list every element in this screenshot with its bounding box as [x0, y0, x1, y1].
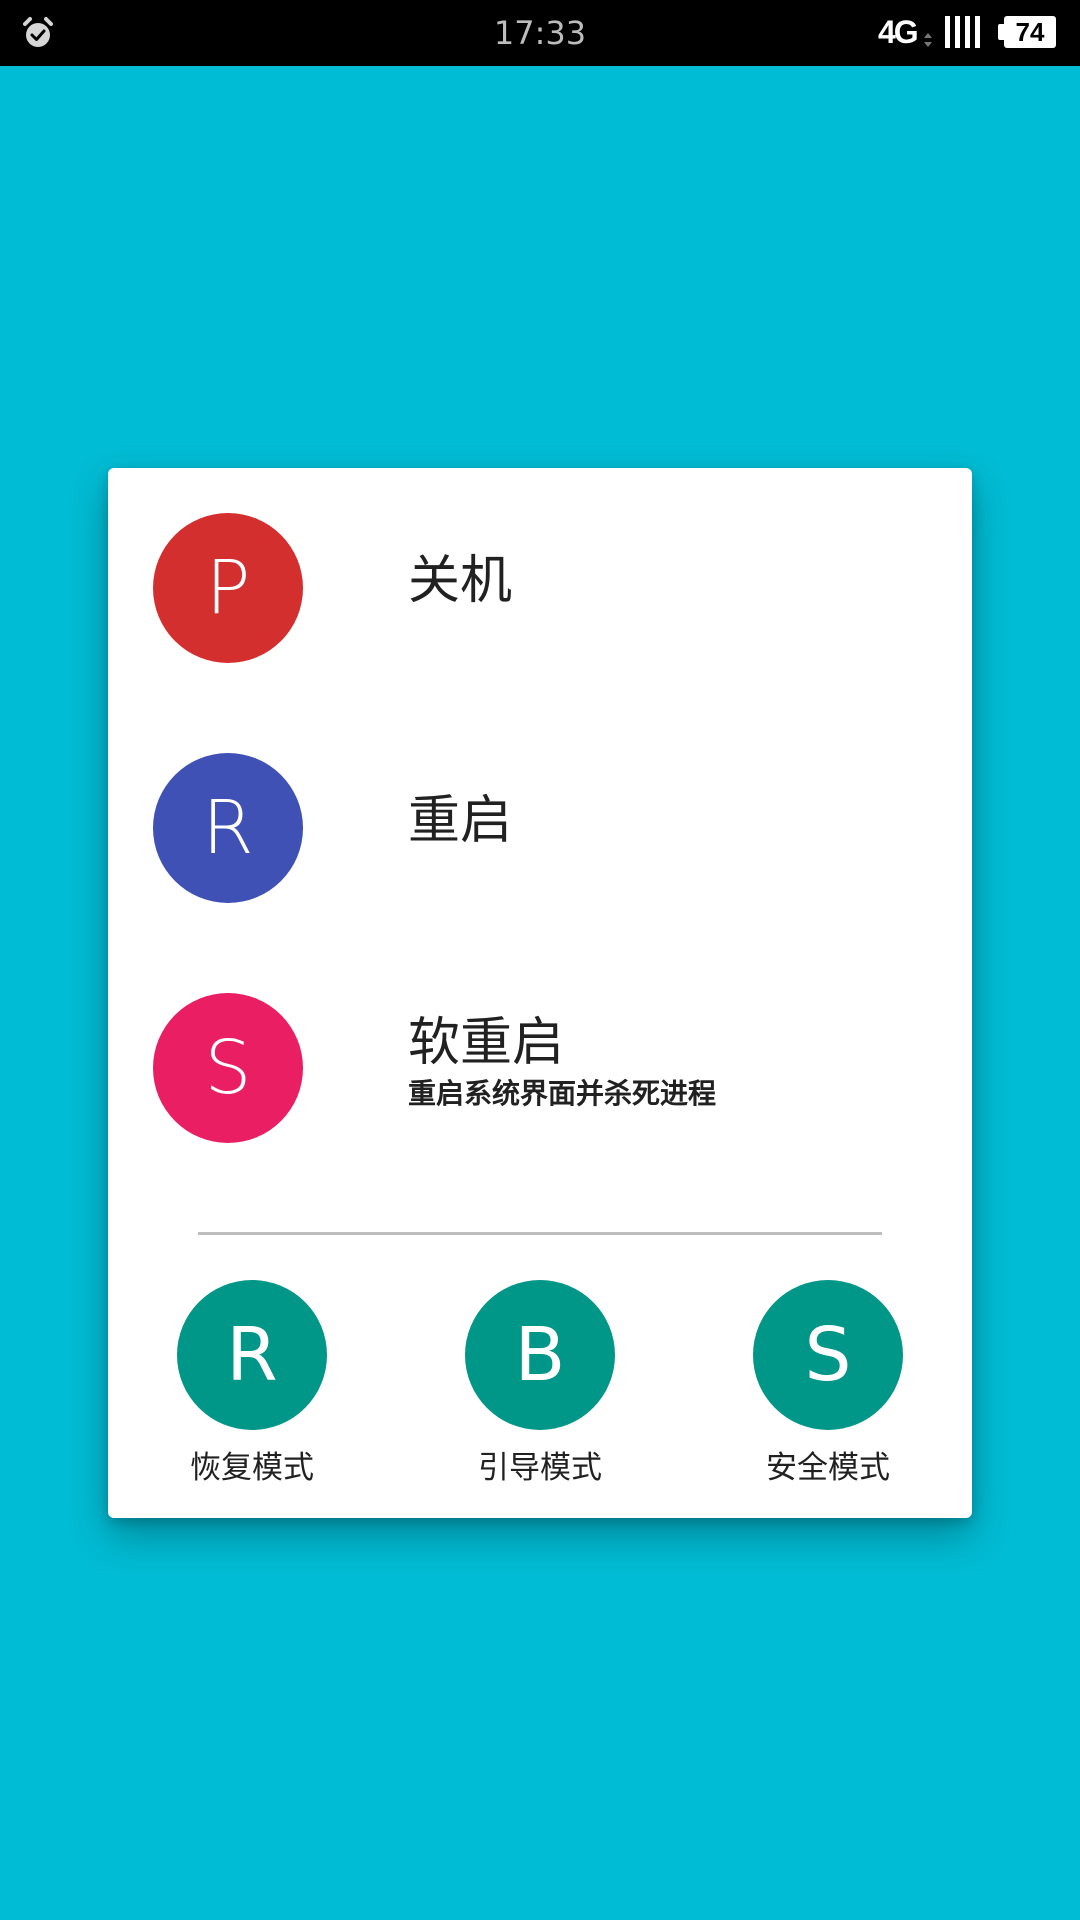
recovery-mode-button[interactable]: R 恢复模式 [152, 1280, 352, 1490]
recovery-mode-label: 恢复模式 [190, 1450, 314, 1486]
soft-reboot-option[interactable]: S 软重启 重启系统界面并杀死进程 [108, 948, 972, 1188]
soft-reboot-label: 软重启 [408, 1013, 565, 1073]
reboot-option[interactable]: R 重启 [108, 708, 972, 948]
network-type: 4G [878, 14, 919, 50]
soft-reboot-avatar: S [153, 993, 303, 1143]
safe-mode-avatar: S [753, 1280, 903, 1430]
reboot-avatar: R [153, 753, 303, 903]
recovery-mode-avatar: R [177, 1280, 327, 1430]
bootloader-mode-button[interactable]: B 引导模式 [440, 1280, 640, 1490]
battery-icon: 74 [998, 16, 1056, 48]
status-time: 17:33 [493, 14, 587, 52]
reboot-label: 重启 [408, 791, 513, 851]
status-bar: 17:33 4G 74 [0, 0, 1080, 66]
divider [198, 1232, 882, 1235]
power-menu-dialog: P 关机 R 重启 S 软重启 重启系统界面并杀死进程 R 恢复模式 B 引导模… [108, 468, 972, 1518]
power-off-avatar: P [153, 513, 303, 663]
network-arrows-icon [924, 33, 932, 47]
power-off-option[interactable]: P 关机 [108, 468, 972, 708]
safe-mode-label: 安全模式 [766, 1450, 890, 1486]
signal-icon [945, 16, 980, 48]
soft-reboot-description: 重启系统界面并杀死进程 [408, 1077, 717, 1110]
bootloader-mode-label: 引导模式 [478, 1450, 602, 1486]
safe-mode-button[interactable]: S 安全模式 [728, 1280, 928, 1490]
bootloader-mode-avatar: B [465, 1280, 615, 1430]
alarm-icon [23, 17, 53, 47]
power-off-label: 关机 [408, 551, 513, 611]
battery-level: 74 [1004, 16, 1056, 48]
